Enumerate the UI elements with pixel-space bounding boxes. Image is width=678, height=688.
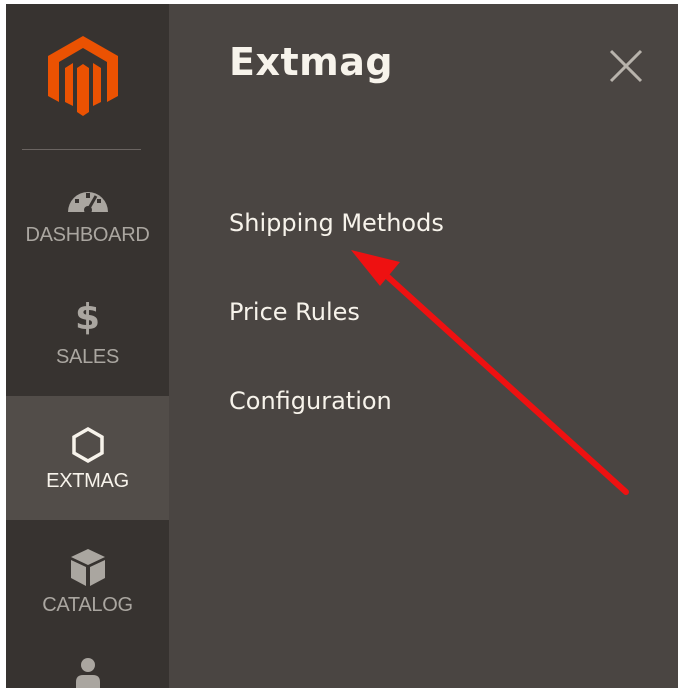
dollar-icon: $: [74, 297, 101, 338]
sidebar-item-label: EXTMAG: [46, 470, 129, 492]
sidebar-item-catalog[interactable]: CATALOG: [6, 520, 169, 644]
box-icon: [6, 546, 169, 588]
admin-sidebar: DASHBOARD $ SALES EXTMAG CATALOG: [6, 4, 169, 688]
sidebar-item-sales[interactable]: $ SALES: [6, 280, 169, 396]
menu-link-shipping-methods[interactable]: Shipping Methods: [229, 209, 444, 237]
sidebar-item-label: CATALOG: [42, 594, 133, 616]
sidebar-item-label: DASHBOARD: [25, 224, 150, 246]
sidebar-item-label: SALES: [56, 346, 119, 368]
hexagon-icon: [6, 426, 169, 464]
user-icon: [6, 656, 169, 688]
sidebar-item-customers[interactable]: [6, 644, 169, 688]
menu-link-price-rules[interactable]: Price Rules: [229, 298, 360, 326]
close-icon[interactable]: [606, 46, 646, 86]
dashboard-gauge-icon: [6, 182, 169, 216]
sidebar-item-extmag[interactable]: EXTMAG: [6, 396, 169, 520]
sidebar-item-dashboard[interactable]: DASHBOARD: [6, 164, 169, 280]
panel-title: Extmag: [229, 40, 394, 84]
admin-window: DASHBOARD $ SALES EXTMAG CATALOG Extmag …: [6, 4, 678, 688]
magento-logo-icon[interactable]: [44, 32, 122, 116]
menu-link-configuration[interactable]: Configuration: [229, 387, 392, 415]
logo-divider: [22, 149, 141, 150]
